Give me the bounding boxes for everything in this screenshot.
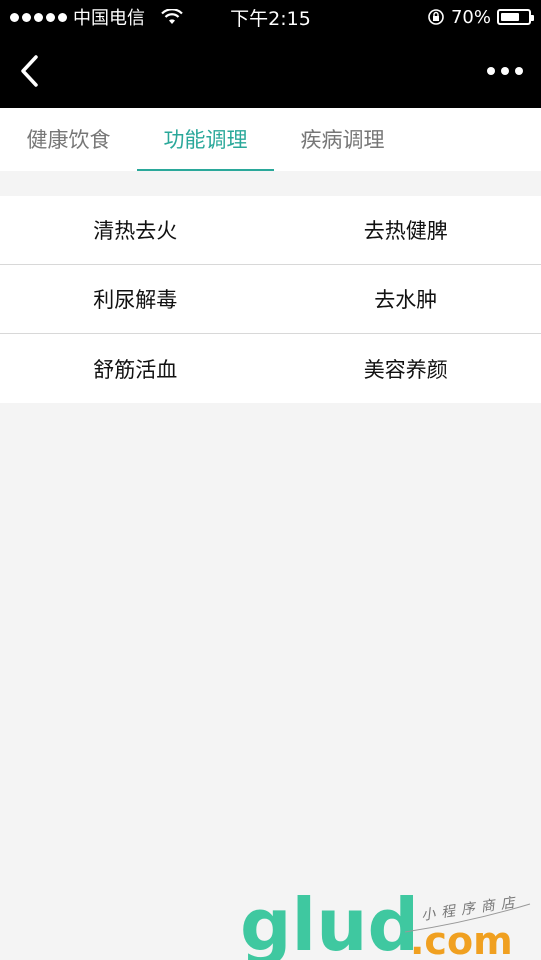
battery-level-fill xyxy=(501,13,520,21)
grid-row: 利尿解毒 去水肿 xyxy=(0,265,541,334)
tab-function-conditioning[interactable]: 功能调理 xyxy=(137,108,274,171)
grid-item[interactable]: 清热去火 xyxy=(0,196,271,264)
battery-percent: 70% xyxy=(450,6,491,28)
tab-healthy-diet[interactable]: 健康饮食 xyxy=(0,108,137,171)
grid-item[interactable]: 利尿解毒 xyxy=(0,265,271,333)
orientation-lock-icon xyxy=(428,9,444,25)
navigation-bar xyxy=(0,34,541,108)
grid-row: 舒筋活血 美容养颜 xyxy=(0,334,541,403)
grid-row: 清热去火 去热健脾 xyxy=(0,196,541,265)
grid-item[interactable]: 去水肿 xyxy=(271,265,541,333)
function-grid: 清热去火 去热健脾 利尿解毒 去水肿 舒筋活血 美容养颜 xyxy=(0,196,541,403)
signal-dots-icon xyxy=(10,12,67,22)
grid-item[interactable]: 舒筋活血 xyxy=(0,334,271,403)
carrier-label: 中国电信 xyxy=(73,8,145,29)
status-bar: 中国电信 下午2:15 70% xyxy=(0,0,541,34)
chevron-left-icon[interactable] xyxy=(18,53,42,89)
category-tabs: 健康饮食 功能调理 疾病调理 xyxy=(0,108,541,171)
wifi-icon xyxy=(161,9,183,24)
status-left: 中国电信 xyxy=(10,4,183,30)
grid-item[interactable]: 去热健脾 xyxy=(271,196,541,264)
watermark-domain-text: .com xyxy=(410,919,513,960)
grid-item[interactable]: 美容养颜 xyxy=(271,334,541,403)
watermark-logo-text: glud xyxy=(240,883,419,960)
tab-disease-conditioning[interactable]: 疾病调理 xyxy=(274,108,411,171)
battery-icon xyxy=(497,9,534,25)
watermark-logo: glud .com 小程序商店 xyxy=(240,883,531,960)
status-right: 70% xyxy=(427,6,534,28)
status-time: 下午2:15 xyxy=(230,7,311,30)
more-dots-icon[interactable] xyxy=(487,61,523,81)
